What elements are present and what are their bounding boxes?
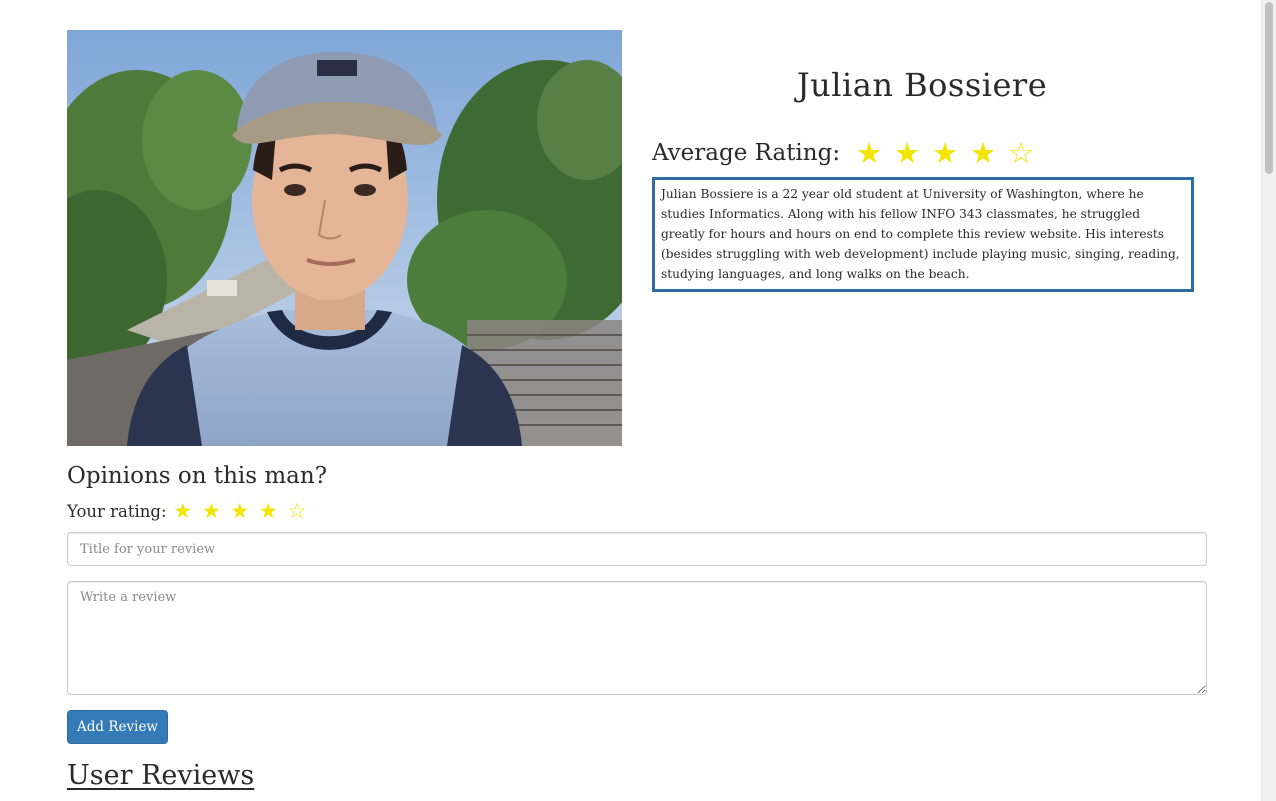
rating-star-icon[interactable]: ☆: [283, 500, 312, 522]
rating-star-icon[interactable]: ★: [197, 500, 226, 522]
page: Julian Bossiere Average Rating: ★ ★ ★ ★ …: [0, 0, 1276, 801]
rating-star-icon[interactable]: ★: [254, 500, 283, 522]
average-rating-label: Average Rating:: [652, 140, 841, 166]
review-title-input[interactable]: [67, 532, 1207, 566]
average-rating: Average Rating: ★ ★ ★ ★ ☆: [652, 136, 1040, 170]
scrollbar-thumb[interactable]: [1265, 2, 1273, 174]
star-icon: ★: [894, 135, 921, 170]
profile-name: Julian Bossiere: [796, 66, 1048, 104]
user-reviews-heading: User Reviews: [67, 760, 255, 791]
star-icon: ★: [932, 135, 959, 170]
star-icon: ★: [856, 135, 883, 170]
scrollbar-track[interactable]: [1261, 0, 1276, 801]
star-icon: ★: [970, 135, 997, 170]
rating-star-icon[interactable]: ★: [169, 500, 198, 522]
review-form-heading: Opinions on this man?: [67, 463, 328, 489]
review-body-textarea[interactable]: [67, 581, 1207, 695]
your-rating: Your rating: ★ ★ ★ ★ ☆: [67, 498, 311, 524]
rating-star-icon[interactable]: ★: [226, 500, 255, 522]
star-icon: ☆: [1008, 135, 1035, 170]
your-rating-label: Your rating:: [67, 501, 167, 521]
add-review-button[interactable]: Add Review: [67, 710, 168, 744]
profile-photo: [67, 30, 622, 446]
profile-bio: Julian Bossiere is a 22 year old student…: [652, 177, 1194, 292]
